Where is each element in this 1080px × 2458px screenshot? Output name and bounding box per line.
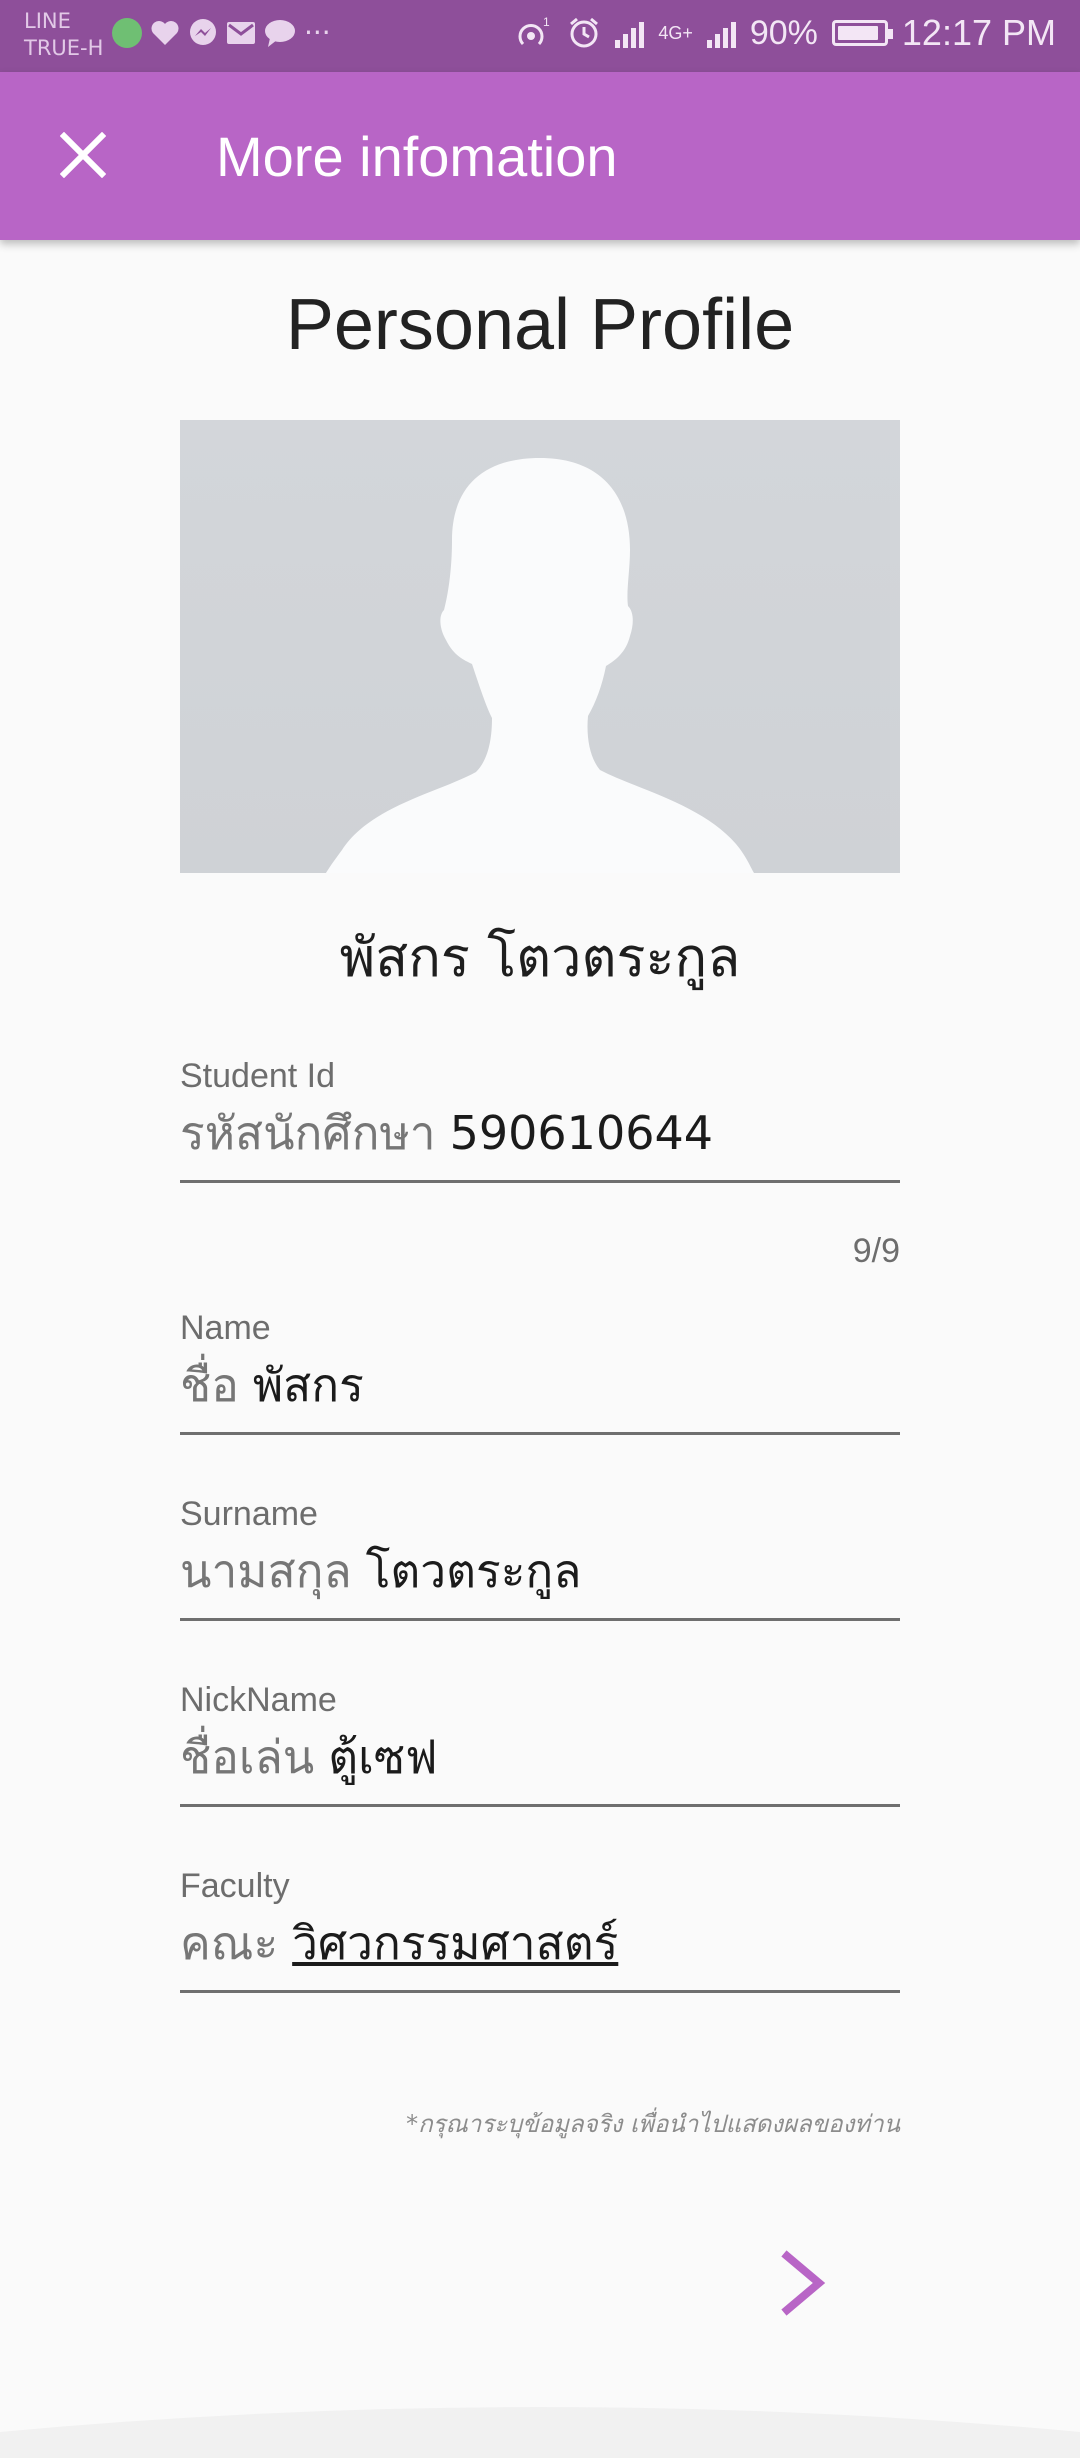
faculty-underline [180,1990,900,1993]
carrier-label: LINE TRUE-H [24,9,104,60]
faculty-label: Faculty [180,1867,290,1905]
surname-field[interactable]: Surname นามสกุล โตวตระกูล [180,1492,900,1621]
full-name: พัสกร โตวตระกูล [339,926,741,989]
battery-percent: 90% [749,13,818,52]
mail-icon [227,21,255,44]
disclaimer-note: *กรุณาระบุข้อมูลจริง เพื่อนำไปแสดงผลของท… [406,2110,900,2138]
battery-fill [837,26,878,40]
battery-icon [831,20,893,46]
signal-icon [615,18,645,48]
name-value[interactable]: พัสกร [253,1358,364,1412]
surname-label: Surname [180,1495,318,1533]
close-icon [60,132,106,178]
bottom-edge-shape [0,2407,1080,2458]
network-type: 4G+ [658,23,693,43]
nickname-label: NickName [180,1681,337,1719]
svg-text:1: 1 [543,16,550,29]
globe-icon [112,17,142,48]
name-field[interactable]: Name ชื่อ พัสกร [180,1306,900,1435]
name-label: Name [180,1309,271,1347]
health-icon [151,20,179,45]
overflow-indicator: ··· [304,16,331,49]
nickname-underline [180,1804,900,1807]
surname-value[interactable]: โตวตระกูล [366,1544,582,1598]
person-silhouette-icon [180,420,900,873]
student-id-underline [180,1180,900,1183]
student-id-label: Student Id [180,1057,336,1095]
faculty-field[interactable]: Faculty คณะ วิศวกรรมศาสตร์ [180,1864,900,1993]
surname-prefix: นามสกุล [180,1544,352,1598]
alarm-icon [570,17,599,48]
faculty-prefix: คณะ [180,1916,279,1970]
next-button[interactable] [760,2240,846,2326]
nickname-field[interactable]: NickName ชื่อเล่น ตู้เซฟ [180,1678,900,1807]
name-prefix: ชื่อ [180,1358,239,1412]
chat-icon [265,19,295,47]
faculty-value[interactable]: วิศวกรรมศาสตร์ [292,1916,618,1970]
student-id-field[interactable]: Student Id รหัสนักศึกษา 590610644 [180,1054,900,1183]
close-button[interactable] [40,112,126,198]
hotspot-icon: 1 [518,16,550,46]
status-bar: LINE TRUE-H ··· 1 4G+ 90% 12:17 PM [0,0,1080,72]
surname-underline [180,1618,900,1621]
page-title: Personal Profile [285,285,795,365]
character-counter: 9/9 [852,1232,900,1270]
student-id-prefix: รหัสนักศึกษา [180,1106,436,1160]
app-bar-title: More infomation [216,125,618,188]
profile-photo[interactable] [180,420,900,873]
chevron-right-icon [781,2250,826,2316]
student-id-value[interactable]: 590610644 [450,1106,713,1160]
nickname-value[interactable]: ตู้เซฟ [328,1730,437,1784]
status-right: 1 4G+ 90% 12:17 PM [513,12,1056,54]
name-underline [180,1432,900,1435]
notification-icons: ··· [112,16,331,49]
clock: 12:17 PM [901,12,1056,53]
signal-icon-2 [706,18,736,48]
messenger-icon [190,18,216,45]
app-bar: More infomation [0,72,1080,240]
nickname-prefix: ชื่อเล่น [180,1730,315,1784]
